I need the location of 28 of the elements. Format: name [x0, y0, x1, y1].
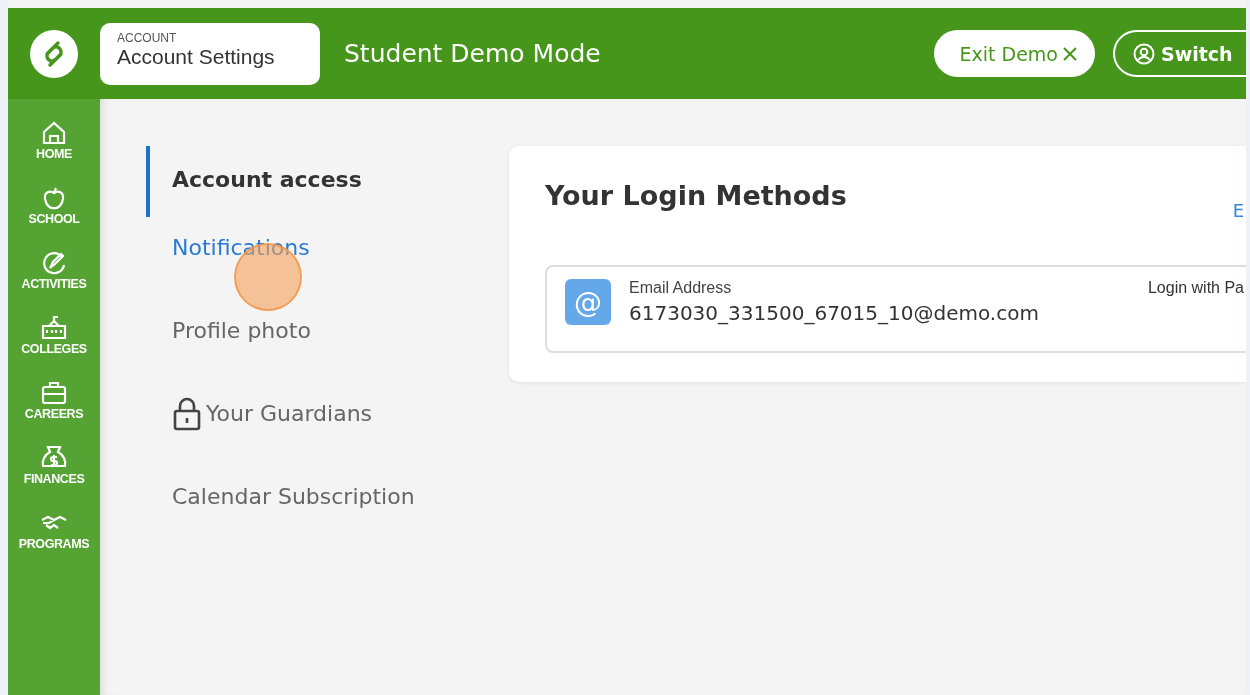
- building-icon: [40, 314, 68, 342]
- switch-user-button[interactable]: Switch: [1113, 30, 1246, 77]
- settings-nav-item[interactable]: Profile photo: [146, 300, 509, 383]
- email-address: 6173030_331500_67015_10@demo.com: [629, 301, 1040, 325]
- briefcase-icon: [40, 379, 68, 407]
- logo-icon: [30, 29, 78, 78]
- mode-title: Student Demo Mode: [344, 39, 601, 68]
- email-icon: @: [565, 279, 611, 325]
- method-label: Email Address: [629, 279, 733, 297]
- settings-nav-item[interactable]: Calendar Subscription: [146, 466, 509, 549]
- sidebar-item[interactable]: PROGRAMS: [18, 509, 90, 568]
- exit-demo-button[interactable]: Exit Demo: [933, 30, 1095, 77]
- house-icon: [40, 119, 68, 147]
- sidebar-item[interactable]: ACTIVITIES: [21, 249, 87, 308]
- close-icon: [1063, 46, 1077, 61]
- breadcrumb-section: ACCOUNT: [117, 30, 303, 45]
- breadcrumb-title: Account Settings: [117, 44, 276, 69]
- edit-link[interactable]: E: [1232, 200, 1246, 221]
- pencil-icon: [40, 249, 68, 277]
- card-title: Your Login Methods: [545, 180, 847, 213]
- user-icon: [1133, 42, 1155, 65]
- settings-nav-item[interactable]: Your Guardians: [146, 383, 509, 466]
- sidebar-item[interactable]: FINANCES: [23, 444, 85, 503]
- sidebar-item[interactable]: HOME: [36, 119, 72, 178]
- sidebar-item[interactable]: CAREERS: [24, 379, 84, 438]
- login-type-text: Login with Pa: [1147, 279, 1245, 298]
- sidebar-item[interactable]: SCHOOL: [28, 184, 80, 243]
- sidebar-item[interactable]: COLLEGES: [21, 314, 87, 373]
